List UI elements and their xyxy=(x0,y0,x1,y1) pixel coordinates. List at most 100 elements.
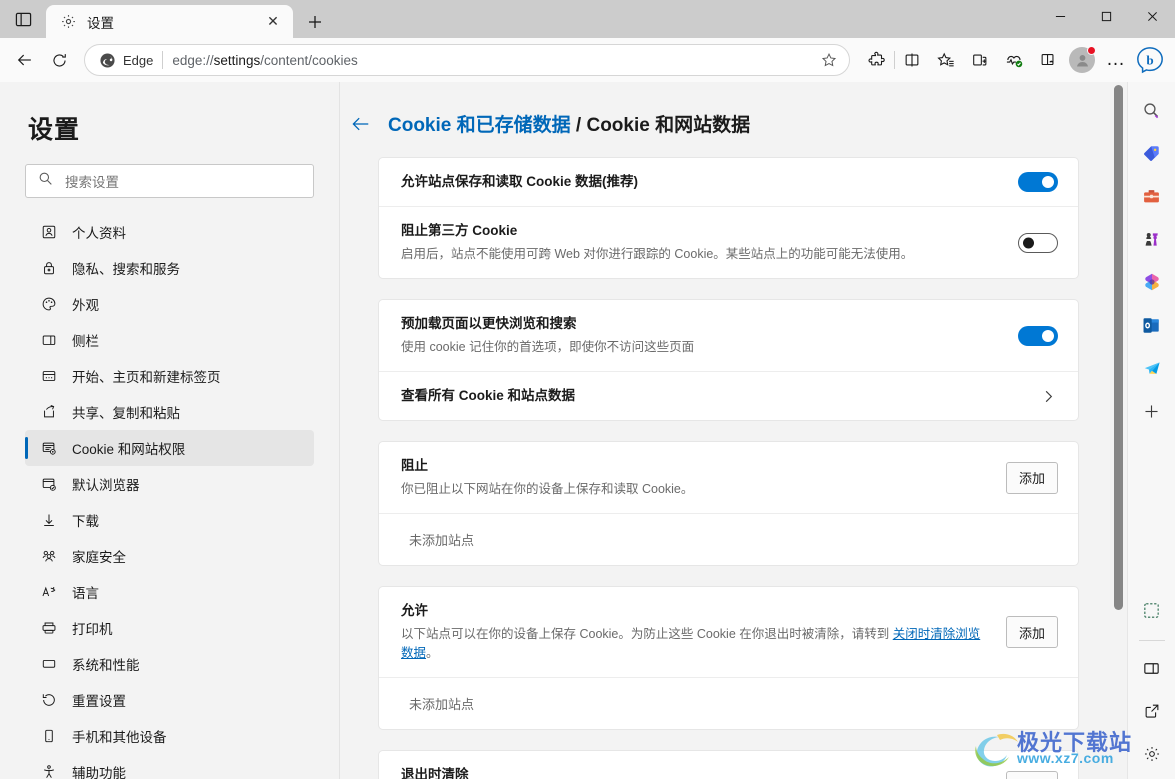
tab-close-button[interactable]: ✕ xyxy=(261,10,285,34)
edge-badge-label: Edge xyxy=(123,52,154,68)
gear-icon xyxy=(60,13,77,30)
sidebar-item-phone-other-devices[interactable]: 手机和其他设备 xyxy=(25,718,314,754)
sidebar-item-printers[interactable]: 打印机 xyxy=(25,610,314,646)
setting-row-preload-pages[interactable]: 预加载页面以更快浏览和搜索 使用 cookie 记住你的首选项，即使你不访问这些… xyxy=(379,300,1078,372)
toggle-block-third-party[interactable] xyxy=(1018,232,1058,253)
content-scrollbar[interactable] xyxy=(1114,85,1123,776)
tab-search-icon[interactable] xyxy=(0,0,46,38)
row-content: 查看所有 Cookie 和站点数据 xyxy=(401,386,1022,406)
address-bar[interactable]: Edge edge://settings/content/cookies xyxy=(84,44,850,76)
address-bar-url[interactable]: edge://settings/content/cookies xyxy=(172,53,806,68)
games-icon[interactable] xyxy=(1134,221,1170,257)
avatar[interactable] xyxy=(1065,43,1099,77)
maximize-button[interactable] xyxy=(1083,0,1129,32)
settings-page: 设置 搜索设置 个人资料 隐私、搜索和服务 外观 侧栏 开始、主页和新建标签页 … xyxy=(0,82,1127,779)
close-button[interactable] xyxy=(1129,0,1175,32)
printer-icon xyxy=(40,619,58,637)
add-allowed-site-button[interactable]: 添加 xyxy=(1005,616,1058,648)
read-aloud-icon[interactable] xyxy=(1031,43,1065,77)
setting-title: 预加载页面以更快浏览和搜索 xyxy=(401,316,577,331)
setting-row-allow-cookies[interactable]: 允许站点保存和读取 Cookie 数据(推荐) xyxy=(379,158,1078,207)
settings-gear-icon[interactable] xyxy=(1134,736,1170,772)
refresh-icon[interactable] xyxy=(42,43,76,77)
search-icon[interactable] xyxy=(1134,92,1170,128)
add-sidebar-app-icon[interactable] xyxy=(1134,393,1170,429)
sidebar-item-cookies-site-permissions[interactable]: Cookie 和网站权限 xyxy=(25,430,314,466)
sidebar-item-default-browser[interactable]: 默认浏览器 xyxy=(25,466,314,502)
more-options-button[interactable]: … xyxy=(1099,43,1133,77)
copilot-button[interactable]: b xyxy=(1133,43,1167,77)
url-suffix: /content/cookies xyxy=(260,52,358,68)
allow-section-header: 允许 以下站点可以在你的设备上保存 Cookie。为防止这些 Cookie 在你… xyxy=(379,587,1078,678)
sidebar-item-family-safety[interactable]: 家庭安全 xyxy=(25,538,314,574)
title-bar: 设置 ✕ xyxy=(0,0,1175,38)
setting-row-block-third-party[interactable]: 阻止第三方 Cookie 启用后，站点不能使用可跨 Web 对你进行跟踪的 Co… xyxy=(379,207,1078,278)
sidebar-item-label: 隐私、搜索和服务 xyxy=(72,262,180,277)
setting-description: 使用 cookie 记住你的首选项，即使你不访问这些页面 xyxy=(401,340,695,354)
screenshot-icon[interactable] xyxy=(1134,592,1170,628)
sidebar-item-label: 重置设置 xyxy=(72,694,126,709)
search-input[interactable]: 搜索设置 xyxy=(25,164,314,198)
edge-sidebar-divider xyxy=(1138,640,1165,641)
sidebar-item-accessibility[interactable]: 辅助功能 xyxy=(25,754,314,779)
shopping-tag-icon[interactable] xyxy=(1134,135,1170,171)
outlook-icon[interactable] xyxy=(1134,307,1170,343)
page-title: 设置 xyxy=(28,116,81,144)
desc-text-after: 。 xyxy=(426,646,439,660)
microsoft-365-icon[interactable] xyxy=(1134,264,1170,300)
section-title: 允许 xyxy=(401,603,428,618)
setting-row-view-all-cookies[interactable]: 查看所有 Cookie 和站点数据 xyxy=(379,372,1078,420)
address-bar-divider xyxy=(162,51,164,69)
sidebar-item-sidebar[interactable]: 侧栏 xyxy=(25,322,314,358)
add-clear-on-exit-site-button[interactable]: 添加 xyxy=(1005,770,1058,779)
back-arrow-icon[interactable] xyxy=(350,113,372,135)
browser-toolbar: Edge edge://settings/content/cookies … b xyxy=(0,38,1175,82)
browser-essentials-icon[interactable] xyxy=(997,43,1031,77)
scrollbar-thumb[interactable] xyxy=(1114,85,1123,610)
new-tab-button[interactable] xyxy=(297,5,333,38)
toggle-allow-cookies[interactable] xyxy=(1018,172,1058,192)
tools-briefcase-icon[interactable] xyxy=(1134,178,1170,214)
favorites-icon[interactable] xyxy=(929,43,963,77)
settings-content: Cookie 和已存储数据 / Cookie 和网站数据 允许站点保存和读取 C… xyxy=(340,82,1127,779)
split-screen-icon[interactable] xyxy=(1134,650,1170,686)
sidebar-item-label: 侧栏 xyxy=(72,334,99,349)
edge-site-badge: Edge xyxy=(99,52,153,69)
setting-title: 允许站点保存和读取 Cookie 数据(推荐) xyxy=(401,174,639,189)
profile-avatar[interactable] xyxy=(1069,46,1096,73)
row-content: 预加载页面以更快浏览和搜索 使用 cookie 记住你的首选项，即使你不访问这些… xyxy=(401,314,1002,357)
row-content: 允许站点保存和读取 Cookie 数据(推荐) xyxy=(401,172,1002,192)
extensions-icon[interactable] xyxy=(860,43,894,77)
collections-icon[interactable] xyxy=(963,43,997,77)
breadcrumb-current: Cookie 和网站数据 xyxy=(586,115,751,136)
add-blocked-site-button[interactable]: 添加 xyxy=(1005,461,1058,494)
url-prefix: edge:// xyxy=(172,52,214,68)
open-external-icon[interactable] xyxy=(1134,693,1170,729)
split-screen-icon[interactable] xyxy=(895,43,929,77)
chevron-right-icon[interactable] xyxy=(1038,389,1058,404)
toggle-preload-pages[interactable] xyxy=(1018,325,1058,346)
back-arrow-icon[interactable] xyxy=(8,43,42,77)
sidebar-item-appearance[interactable]: 外观 xyxy=(25,286,314,322)
settings-cards: 允许站点保存和读取 Cookie 数据(推荐) 阻止第三方 Cookie 启用后… xyxy=(340,157,1127,779)
browser-window: 设置 ✕ Edge edge://settings/content/cookie… xyxy=(0,0,1175,779)
sidebar-item-profile[interactable]: 个人资料 xyxy=(25,214,314,250)
breadcrumb-parent-link[interactable]: Cookie 和已存储数据 xyxy=(388,115,571,136)
search-placeholder: 搜索设置 xyxy=(65,175,119,190)
telegram-icon[interactable] xyxy=(1134,350,1170,386)
sidebar-item-label: 语言 xyxy=(72,586,99,601)
sidebar-item-languages[interactable]: 语言 xyxy=(25,574,314,610)
minimize-button[interactable] xyxy=(1037,0,1083,32)
browser-tab[interactable]: 设置 ✕ xyxy=(46,5,293,38)
sidebar-item-reset-settings[interactable]: 重置设置 xyxy=(25,682,314,718)
setting-title: 查看所有 Cookie 和站点数据 xyxy=(401,388,576,403)
sidebar-item-privacy[interactable]: 隐私、搜索和服务 xyxy=(25,250,314,286)
section-description: 以下站点可以在你的设备上保存 Cookie。为防止这些 Cookie 在你退出时… xyxy=(401,625,988,663)
sidebar-item-downloads[interactable]: 下载 xyxy=(25,502,314,538)
sidebar-item-start-home-newtab[interactable]: 开始、主页和新建标签页 xyxy=(25,358,314,394)
family-icon xyxy=(40,547,58,565)
settings-sidebar: 设置 搜索设置 个人资料 隐私、搜索和服务 外观 侧栏 开始、主页和新建标签页 … xyxy=(0,82,340,779)
sidebar-item-system-performance[interactable]: 系统和性能 xyxy=(25,646,314,682)
star-icon[interactable] xyxy=(815,46,843,74)
sidebar-item-share-copy-paste[interactable]: 共享、复制和粘贴 xyxy=(25,394,314,430)
